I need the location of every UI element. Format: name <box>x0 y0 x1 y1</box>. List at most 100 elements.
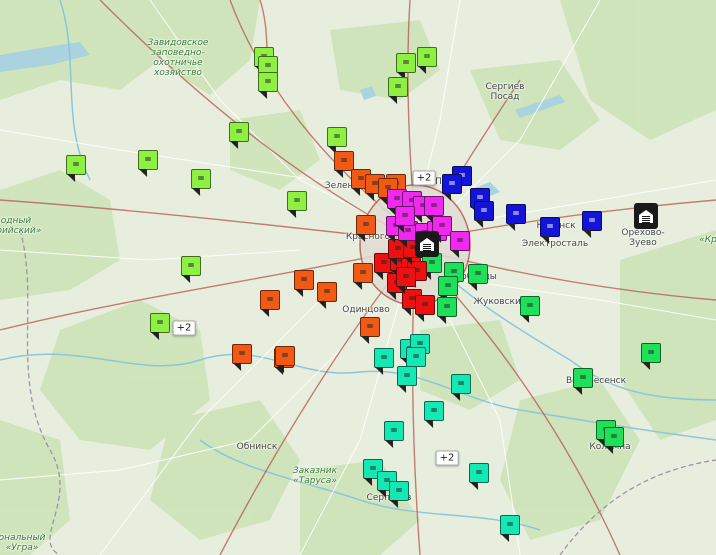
map-marker-teal[interactable]: = <box>397 366 417 393</box>
marker-pin-orange: = <box>353 263 373 283</box>
marker-pointer <box>506 223 520 231</box>
marker-glyph: = <box>526 300 534 311</box>
map-marker-lime[interactable]: = <box>138 150 158 177</box>
marker-glyph: = <box>443 301 451 312</box>
marker-pin-lime: = <box>150 313 170 333</box>
marker-glyph: = <box>402 57 410 68</box>
marker-pointer <box>365 193 379 201</box>
marker-pointer <box>334 170 348 178</box>
marker-pin-red: = <box>415 295 435 315</box>
marker-pointer <box>388 96 402 104</box>
map-marker-teal[interactable]: = <box>389 481 409 508</box>
marker-pin-blue: = <box>582 211 602 231</box>
map-marker-lime[interactable]: = <box>150 313 170 340</box>
marker-pin-green: = <box>641 343 661 363</box>
marker-glyph: = <box>293 195 301 206</box>
marker-pin-lime: = <box>388 77 408 97</box>
map-marker-magenta[interactable]: = <box>450 231 470 258</box>
map-marker-blue[interactable]: = <box>474 201 494 228</box>
map-marker-green[interactable]: = <box>520 296 540 323</box>
marker-pin-teal: = <box>374 348 394 368</box>
map-marker-teal[interactable]: = <box>469 463 489 490</box>
marker-pin-orange: = <box>260 290 280 310</box>
map-marker-orange[interactable]: = <box>317 282 337 309</box>
marker-pin-lime: = <box>229 122 249 142</box>
map-marker-teal[interactable]: = <box>500 515 520 542</box>
map-marker-teal[interactable]: = <box>374 348 394 375</box>
marker-glyph: = <box>480 205 488 216</box>
map-marker-lime[interactable]: = <box>327 127 347 154</box>
marker-pointer <box>397 385 411 393</box>
marker-glyph: = <box>512 208 520 219</box>
marker-glyph: = <box>362 219 370 230</box>
map-marker-orange[interactable]: = <box>232 344 252 371</box>
marker-pin-lime: = <box>417 47 437 67</box>
place-label-sergiev: Сергиев Посад <box>485 82 525 102</box>
map-marker-teal[interactable]: = <box>424 401 444 428</box>
marker-glyph: = <box>264 76 272 87</box>
map-marker-lime[interactable]: = <box>396 53 416 80</box>
map-marker-lime[interactable]: = <box>417 47 437 74</box>
marker-glyph: = <box>187 260 195 271</box>
map-marker-green[interactable]: = <box>437 297 457 324</box>
map-canvas[interactable]: Сергиев ПосадЗеленоградПушкКрасногоНогин… <box>0 0 716 555</box>
map-marker-orange[interactable]: = <box>356 215 376 242</box>
marker-glyph: = <box>423 51 431 62</box>
map-marker-lime[interactable]: = <box>388 77 408 104</box>
marker-glyph: = <box>395 485 403 496</box>
depot-moscow[interactable] <box>415 231 439 257</box>
map-marker-lime[interactable]: = <box>191 169 211 196</box>
marker-glyph: = <box>428 257 436 268</box>
map-marker-green[interactable]: = <box>604 427 624 454</box>
marker-pointer <box>229 141 243 149</box>
map-marker-blue[interactable]: = <box>582 211 602 238</box>
map-marker-lime[interactable]: = <box>181 256 201 283</box>
map-marker-orange[interactable]: = <box>260 290 280 317</box>
map-marker-red[interactable]: = <box>415 295 435 322</box>
marker-glyph: = <box>235 126 243 137</box>
map-marker-orange[interactable]: = <box>360 317 380 344</box>
map-marker-lime[interactable]: = <box>229 122 249 149</box>
marker-pin-orange: = <box>232 344 252 364</box>
map-marker-lime[interactable]: = <box>66 155 86 182</box>
map-marker-blue[interactable]: = <box>540 217 560 244</box>
place-label-odintsovo: Одинцово <box>342 305 390 315</box>
marker-pin-lime: = <box>191 169 211 189</box>
marker-pointer <box>474 220 488 228</box>
map-marker-orange[interactable]: = <box>275 346 295 373</box>
map-marker-lime[interactable]: = <box>258 72 278 99</box>
marker-pointer <box>389 500 403 508</box>
marker-pointer <box>395 225 409 233</box>
marker-pointer <box>388 258 402 266</box>
map-marker-lime[interactable]: = <box>287 191 307 218</box>
marker-glyph: = <box>357 173 365 184</box>
map-marker-green[interactable]: = <box>468 264 488 291</box>
map-marker-green[interactable]: = <box>573 368 593 395</box>
cluster-south-badge[interactable]: +2 <box>435 450 459 466</box>
depot-orekhovo[interactable] <box>634 203 658 229</box>
map-marker-teal[interactable]: = <box>384 421 404 448</box>
marker-pointer <box>260 309 274 317</box>
marker-glyph: = <box>588 215 596 226</box>
map-marker-red[interactable]: = <box>396 267 416 294</box>
map-marker-magenta[interactable]: = <box>395 206 415 233</box>
map-marker-teal[interactable]: = <box>451 374 471 401</box>
map-marker-magenta[interactable]: = <box>424 196 444 223</box>
map-marker-orange[interactable]: = <box>353 263 373 290</box>
cluster-west-badge[interactable]: +2 <box>172 320 196 336</box>
marker-pin-lime: = <box>66 155 86 175</box>
marker-pointer <box>363 478 377 486</box>
marker-glyph: = <box>380 257 388 268</box>
cluster-north-badge[interactable]: +2 <box>412 170 436 186</box>
map-marker-blue[interactable]: = <box>506 204 526 231</box>
marker-pin-orange: = <box>317 282 337 302</box>
marker-glyph: = <box>474 268 482 279</box>
map-marker-blue[interactable]: = <box>442 174 462 201</box>
map-marker-orange[interactable]: = <box>294 270 314 297</box>
marker-pointer <box>573 387 587 395</box>
marker-glyph: = <box>457 378 465 389</box>
marker-glyph: = <box>456 235 464 246</box>
map-marker-green[interactable]: = <box>641 343 661 370</box>
marker-pointer <box>520 315 534 323</box>
marker-pin-green: = <box>520 296 540 316</box>
